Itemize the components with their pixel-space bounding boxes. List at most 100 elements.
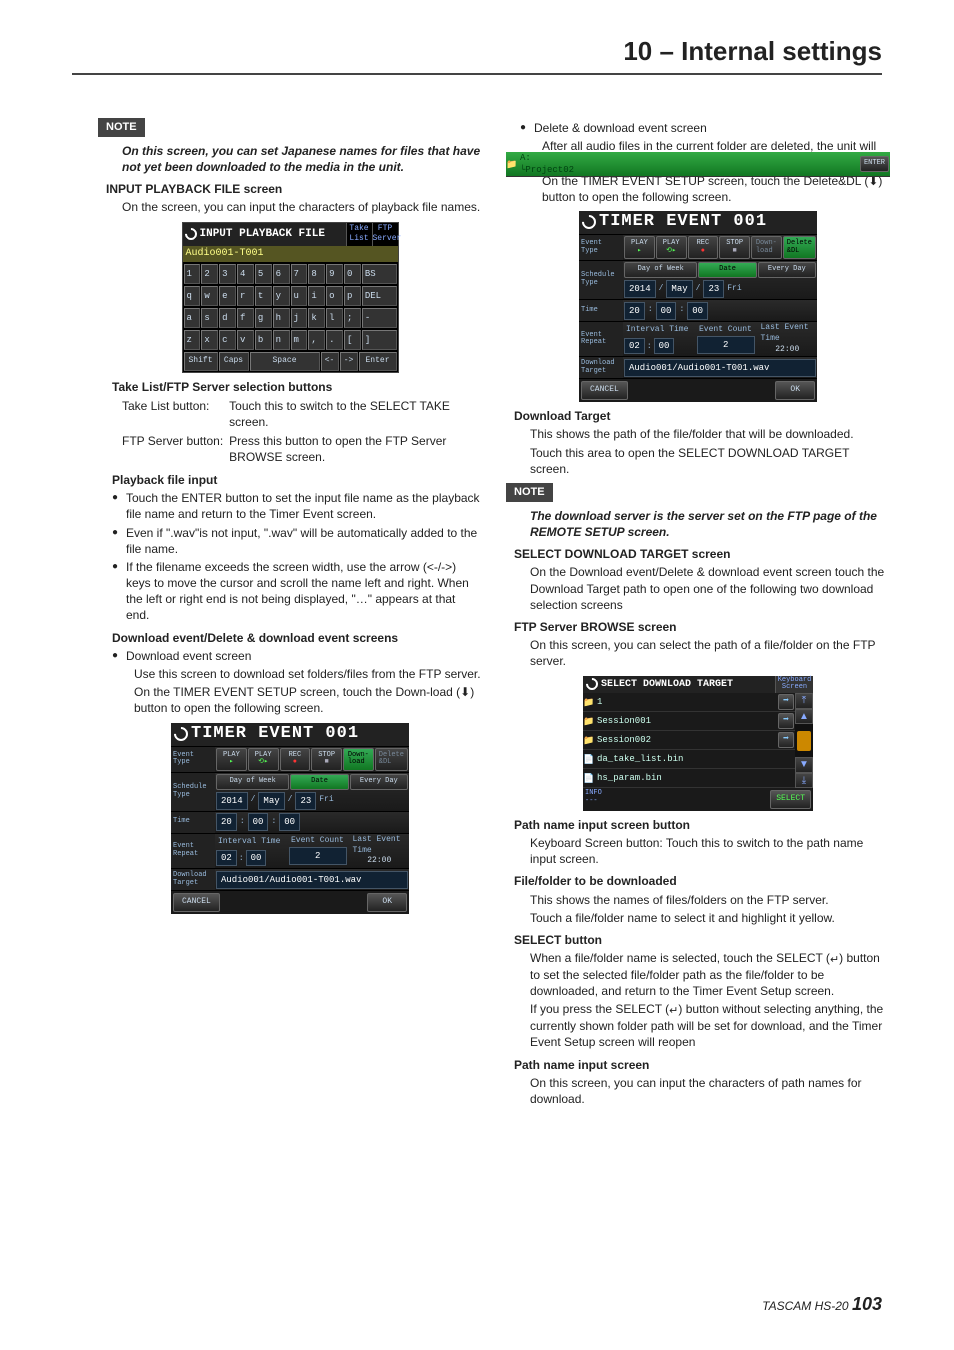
key-caps[interactable]: Caps [219, 352, 249, 371]
download-target-field[interactable]: Audio001/Audio001-T001.wav [216, 871, 408, 889]
key[interactable]: 3 [219, 264, 236, 284]
key[interactable]: d [219, 308, 236, 328]
key[interactable]: 4 [237, 264, 254, 284]
key[interactable]: u [291, 286, 308, 306]
key[interactable]: k [308, 308, 325, 328]
key[interactable]: 0 [344, 264, 361, 284]
key[interactable]: 5 [255, 264, 272, 284]
date-button[interactable]: Date [698, 262, 756, 278]
list-item[interactable]: 📄hs_param.bin [583, 769, 795, 788]
key[interactable]: y [273, 286, 290, 306]
download-target-field[interactable]: Audio001/Audio001-T001.wav [624, 359, 816, 377]
key[interactable]: 1 [184, 264, 201, 284]
scrollbar[interactable]: ⤒ ▲ ▼ ⤓ [795, 693, 813, 788]
delete-dl-button[interactable]: Delete &DL [375, 748, 408, 771]
ok-button[interactable]: OK [367, 893, 407, 912]
every-day-button[interactable]: Every Day [758, 262, 816, 278]
scroll-bottom-icon[interactable]: ⤓ [795, 773, 813, 789]
interval-m[interactable]: 00 [654, 338, 675, 354]
hour-field[interactable]: 20 [624, 302, 645, 320]
every-day-button[interactable]: Every Day [350, 774, 408, 790]
keyboard-screen-tab[interactable]: Keyboard Screen [775, 676, 813, 694]
key[interactable]: s [201, 308, 218, 328]
list-item[interactable]: 📁Session002➡ [583, 731, 795, 750]
key[interactable]: x [201, 330, 218, 350]
key-left[interactable]: <- [321, 352, 339, 371]
date-button[interactable]: Date [290, 774, 348, 790]
key[interactable]: [ [344, 330, 361, 350]
key[interactable]: 9 [326, 264, 343, 284]
key[interactable]: z [184, 330, 201, 350]
scroll-top-icon[interactable]: ⤒ [795, 693, 813, 709]
year-field[interactable]: 2014 [624, 280, 656, 298]
key[interactable]: ; [344, 308, 361, 328]
day-of-week-button[interactable]: Day of Week [624, 262, 697, 278]
scroll-down-icon[interactable]: ▼ [795, 757, 813, 773]
key[interactable]: c [219, 330, 236, 350]
ok-button[interactable]: OK [775, 381, 815, 400]
key[interactable]: 7 [291, 264, 308, 284]
list-item[interactable]: 📁1➡ [583, 693, 795, 712]
stop-button[interactable]: STOP■ [311, 748, 342, 771]
list-item[interactable]: 📁Session001➡ [583, 712, 795, 731]
second-field[interactable]: 00 [279, 813, 300, 831]
play-repeat-button[interactable]: PLAY⟲▸ [656, 236, 687, 259]
key[interactable]: ] [362, 330, 397, 350]
filename-field[interactable]: Audio001-T001 [183, 246, 398, 263]
enter-arrow-icon[interactable]: ➡ [778, 732, 794, 748]
cancel-button[interactable]: CANCEL [173, 893, 220, 912]
enter-button[interactable]: ENTER [860, 156, 889, 171]
key[interactable]: j [291, 308, 308, 328]
hour-field[interactable]: 20 [216, 813, 237, 831]
key[interactable]: w [201, 286, 218, 306]
minute-field[interactable]: 00 [248, 813, 269, 831]
key[interactable]: m [291, 330, 308, 350]
enter-arrow-icon[interactable]: ➡ [778, 694, 794, 710]
month-field[interactable]: May [258, 792, 284, 810]
select-button[interactable]: SELECT [770, 790, 811, 809]
key[interactable]: a [184, 308, 201, 328]
key[interactable]: i [308, 286, 325, 306]
key[interactable]: h [273, 308, 290, 328]
key[interactable]: g [255, 308, 272, 328]
key[interactable]: l [326, 308, 343, 328]
day-field[interactable]: 23 [703, 280, 724, 298]
interval-m[interactable]: 00 [246, 850, 267, 866]
take-list-tab[interactable]: Take List [346, 223, 372, 247]
day-of-week-button[interactable]: Day of Week [216, 774, 289, 790]
key[interactable]: - [362, 308, 397, 328]
key-right[interactable]: -> [340, 352, 358, 371]
key-backspace[interactable]: BS [362, 264, 397, 284]
interval-h[interactable]: 02 [216, 850, 237, 866]
month-field[interactable]: May [666, 280, 692, 298]
key-space[interactable]: Space [250, 352, 320, 371]
key-delete[interactable]: DEL [362, 286, 397, 306]
day-field[interactable]: 23 [295, 792, 316, 810]
rec-button[interactable]: REC● [688, 236, 719, 259]
play-repeat-button[interactable]: PLAY⟲▸ [248, 748, 279, 771]
key[interactable]: r [237, 286, 254, 306]
rec-button[interactable]: REC● [280, 748, 311, 771]
key[interactable]: f [237, 308, 254, 328]
key[interactable]: 6 [273, 264, 290, 284]
delete-dl-button[interactable]: Delete &DL [783, 236, 816, 259]
event-count-field[interactable]: 2 [697, 336, 755, 354]
key[interactable]: p [344, 286, 361, 306]
key[interactable]: b [255, 330, 272, 350]
key[interactable]: v [237, 330, 254, 350]
minute-field[interactable]: 00 [656, 302, 677, 320]
key[interactable]: 2 [201, 264, 218, 284]
key-enter[interactable]: Enter [359, 352, 397, 371]
list-item[interactable]: 📄da_take_list.bin [583, 750, 795, 769]
key[interactable]: q [184, 286, 201, 306]
key-shift[interactable]: Shift [184, 352, 218, 371]
stop-button[interactable]: STOP■ [719, 236, 750, 259]
scroll-thumb[interactable] [797, 731, 811, 751]
year-field[interactable]: 2014 [216, 792, 248, 810]
key[interactable]: , [308, 330, 325, 350]
play-button[interactable]: PLAY▸ [624, 236, 655, 259]
ftp-server-tab[interactable]: FTP Server [372, 223, 398, 247]
key[interactable]: . [326, 330, 343, 350]
download-button[interactable]: Down- load [751, 236, 782, 259]
play-button[interactable]: PLAY▸ [216, 748, 247, 771]
